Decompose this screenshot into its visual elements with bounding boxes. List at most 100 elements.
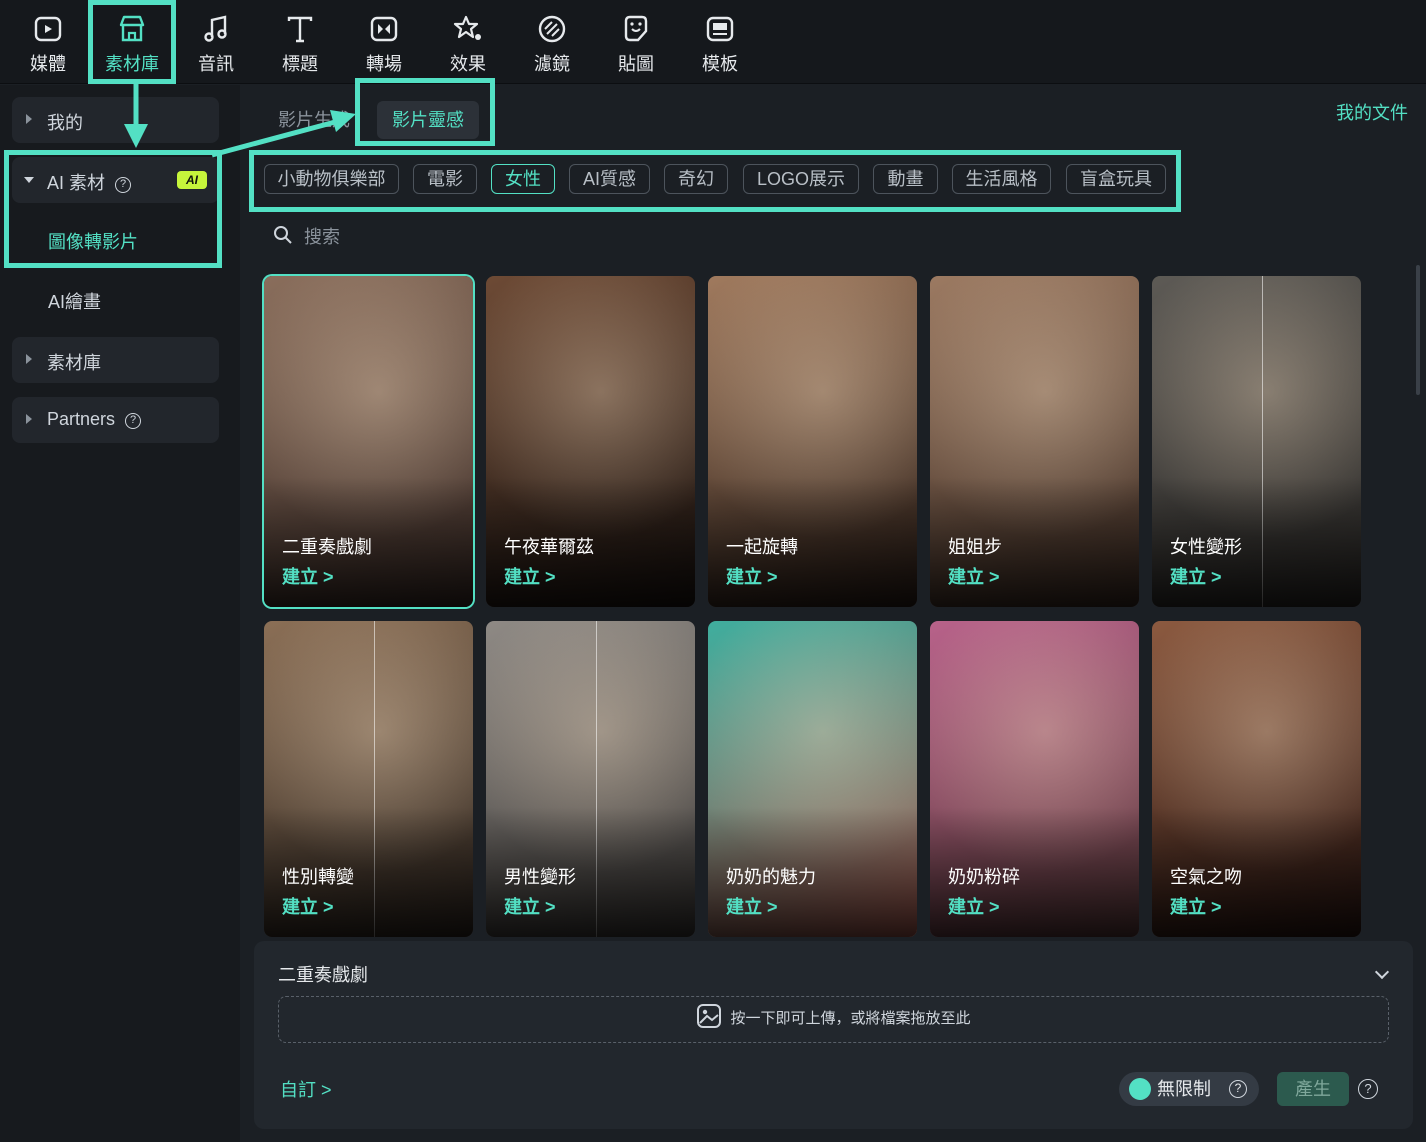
create-link[interactable]: 建立 > <box>726 893 778 919</box>
template-card[interactable]: 女性變形 建立 > <box>1152 276 1361 607</box>
search-icon <box>274 226 292 244</box>
template-card[interactable]: 奶奶粉碎建立 > <box>930 621 1139 937</box>
toolbar-label: 轉場 <box>366 54 402 74</box>
toolbar-filters[interactable]: 濾鏡 <box>516 8 588 78</box>
category-chip[interactable]: 小動物俱樂部 <box>264 164 399 194</box>
template-card[interactable]: 姐姐步建立 > <box>930 276 1139 607</box>
tab-video-generation[interactable]: 影片生成 <box>278 101 350 139</box>
template-card[interactable]: 空氣之吻建立 > <box>1152 621 1361 937</box>
sparkle-icon <box>1129 1078 1151 1100</box>
search-input[interactable]: 搜索 <box>304 223 340 249</box>
template-card[interactable]: 一起旋轉建立 > <box>708 276 917 607</box>
category-chip[interactable]: 電影 <box>413 164 477 194</box>
template-title: 奶奶的魅力 <box>726 867 816 887</box>
unlimited-credits-pill[interactable]: 無限制 ? <box>1119 1072 1259 1106</box>
create-link[interactable]: 建立 > <box>282 563 334 589</box>
create-link[interactable]: 建立 > <box>1170 563 1222 589</box>
generate-button[interactable]: 產生 <box>1277 1072 1349 1106</box>
ai-badge: AI <box>177 171 207 189</box>
category-chip[interactable]: 女性 <box>491 164 555 194</box>
upload-dropzone[interactable]: 按一下即可上傳，或將檔案拖放至此 <box>278 996 1389 1043</box>
template-card[interactable]: 性別轉變建立 > <box>264 621 473 937</box>
toolbar-library[interactable]: 素材庫 <box>96 8 168 78</box>
category-chip[interactable]: AI質感 <box>569 164 650 194</box>
toolbar-label: 濾鏡 <box>534 54 570 74</box>
toolbar-label: 標題 <box>282 54 318 74</box>
custom-link[interactable]: 自訂 > <box>280 1076 332 1102</box>
music-note-icon <box>204 15 227 42</box>
create-link[interactable]: 建立 > <box>282 893 334 919</box>
template-title: 性別轉變 <box>282 867 354 887</box>
store-icon <box>119 15 145 42</box>
toolbar-titles[interactable]: 標題 <box>264 8 336 78</box>
template-icon <box>706 16 734 42</box>
toolbar-transitions[interactable]: 轉場 <box>348 8 420 78</box>
category-chip[interactable]: 動畫 <box>873 164 938 194</box>
my-documents-link[interactable]: 我的文件 <box>1336 101 1408 125</box>
toolbar-label: 模板 <box>702 54 738 74</box>
toolbar-media[interactable]: 媒體 <box>12 8 84 78</box>
category-chip[interactable]: 生活風格 <box>952 164 1051 194</box>
panel-title: 二重奏戲劇 <box>278 965 368 985</box>
help-icon[interactable]: ? <box>1358 1079 1378 1099</box>
tab-video-inspiration[interactable]: 影片靈感 <box>377 101 479 139</box>
template-title: 午夜華爾茲 <box>504 537 594 557</box>
template-title: 二重奏戲劇 <box>282 537 372 557</box>
sidebar-item-library[interactable]: 素材庫 <box>12 337 219 383</box>
transition-icon <box>370 16 398 42</box>
template-title: 男性變形 <box>504 867 576 887</box>
category-chip[interactable]: 盲盒玩具 <box>1066 164 1166 194</box>
image-upload-icon <box>697 1004 722 1028</box>
generation-panel: 二重奏戲劇 按一下即可上傳，或將檔案拖放至此 自訂 > 無限制 ? 產生 ? <box>254 941 1413 1129</box>
toolbar-label: 貼圖 <box>618 54 654 74</box>
sticker-icon <box>624 15 648 42</box>
sidebar-item-mine[interactable]: 我的 <box>12 97 219 143</box>
caret-right-icon <box>26 354 32 364</box>
toolbar-stickers[interactable]: 貼圖 <box>600 8 672 78</box>
sidebar-item-ai-assets[interactable]: AI 素材? AI <box>12 157 219 203</box>
sidebar-item-label: 素材庫 <box>47 353 101 373</box>
create-link[interactable]: 建立 > <box>1170 893 1222 919</box>
template-card[interactable]: 奶奶的魅力建立 > <box>708 621 917 937</box>
sidebar-item-label: 我的 <box>47 113 83 133</box>
toolbar-label: 音訊 <box>198 54 234 74</box>
create-link[interactable]: 建立 > <box>948 563 1000 589</box>
create-link[interactable]: 建立 > <box>504 563 556 589</box>
template-title: 奶奶粉碎 <box>948 867 1020 887</box>
template-title: 空氣之吻 <box>1170 867 1242 887</box>
template-title: 姐姐步 <box>948 537 1002 557</box>
sidebar-item-partners[interactable]: Partners? <box>12 397 219 443</box>
scrollbar[interactable] <box>1416 265 1420 395</box>
top-toolbar: 媒體 素材庫 音訊 標題 轉場 效果 濾鏡 貼圖 模板 <box>0 0 1426 84</box>
toolbar-label: 素材庫 <box>105 54 159 74</box>
create-link[interactable]: 建立 > <box>726 563 778 589</box>
create-link[interactable]: 建立 > <box>948 893 1000 919</box>
help-icon[interactable]: ? <box>125 413 142 429</box>
template-card[interactable]: 午夜華爾茲建立 > <box>486 276 695 607</box>
title-text-icon <box>287 16 313 43</box>
template-card[interactable]: 男性變形建立 > <box>486 621 695 937</box>
sidebar-item-image-to-video[interactable]: 圖像轉影片 <box>48 228 138 254</box>
category-chip[interactable]: LOGO展示 <box>743 164 859 194</box>
toolbar-templates[interactable]: 模板 <box>684 8 756 78</box>
category-chip[interactable]: 奇幻 <box>664 164 728 194</box>
caret-down-icon <box>24 177 34 183</box>
sidebar-item-ai-painting[interactable]: AI繪畫 <box>48 288 101 314</box>
caret-right-icon <box>26 114 32 124</box>
left-sidebar: 我的 AI 素材? AI 圖像轉影片 AI繪畫 素材庫 Partners? <box>0 85 240 1142</box>
template-card[interactable]: 二重奏戲劇建立 > <box>264 276 473 607</box>
sidebar-item-label: AI 素材? <box>47 169 132 195</box>
toolbar-effects[interactable]: 效果 <box>432 8 504 78</box>
help-icon[interactable]: ? <box>115 177 132 193</box>
create-link[interactable]: 建立 > <box>504 893 556 919</box>
toolbar-audio[interactable]: 音訊 <box>180 8 252 78</box>
sidebar-item-label: Partners? <box>47 409 142 430</box>
toolbar-label: 媒體 <box>30 54 66 74</box>
template-title: 一起旋轉 <box>726 537 798 557</box>
chevron-down-icon[interactable] <box>1374 964 1390 980</box>
help-icon[interactable]: ? <box>1229 1080 1247 1098</box>
effects-icon <box>453 15 481 40</box>
toolbar-label: 效果 <box>450 54 486 74</box>
upload-hint: 按一下即可上傳，或將檔案拖放至此 <box>730 1010 971 1027</box>
filter-icon <box>538 15 566 43</box>
